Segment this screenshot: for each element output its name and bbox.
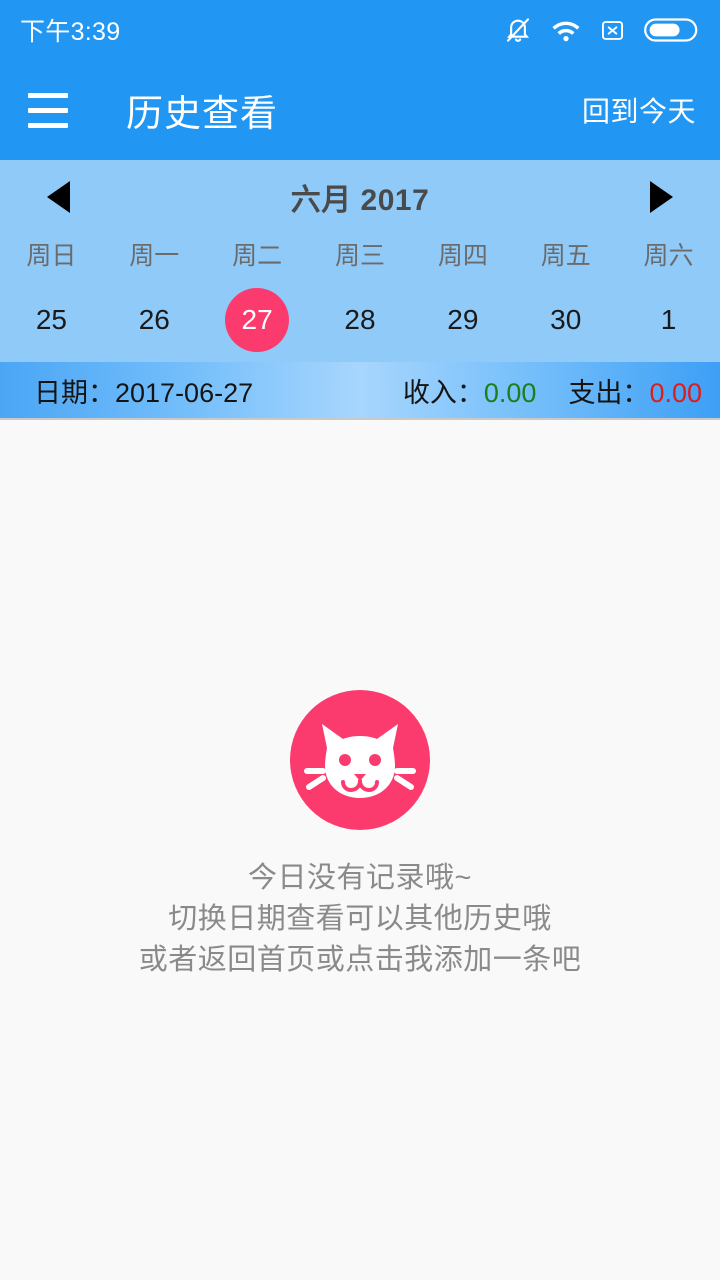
bell-muted-icon	[503, 15, 533, 45]
calendar-day-row: 25 26 27 28 29 30 1	[0, 286, 720, 354]
daily-summary-bar: 日期：2017-06-27 收入：0.00 支出：0.00	[0, 362, 720, 420]
calendar-day-label: 30	[550, 304, 582, 335]
weekday-label: 周三	[334, 242, 385, 270]
calendar-day-label: 27	[225, 288, 290, 352]
app-screen: 下午3:39 历史查看 回到今天 六月 2017 周日 周一 周二 周三 周四 …	[0, 0, 720, 1280]
calendar-month-label: 六月 2017	[290, 184, 430, 217]
hamburger-menu-icon[interactable]	[28, 87, 80, 133]
calendar-day-cell-selected[interactable]: 27	[206, 286, 309, 354]
page-title: 历史查看	[126, 93, 278, 134]
calendar-day-cell[interactable]: 30	[514, 286, 617, 354]
weekday-label: 周一	[129, 242, 180, 270]
calendar-day-cell[interactable]: 29	[411, 286, 514, 354]
calendar-day-cell[interactable]: 25	[0, 286, 103, 354]
menu-bar-middle	[28, 107, 68, 113]
empty-state-message: 今日没有记录哦~ 切换日期查看可以其他历史哦 或者返回首页或点击我添加一条吧	[139, 858, 582, 982]
summary-date-text: 日期：2017-06-27	[34, 377, 254, 408]
weekday-label: 周五	[540, 242, 591, 270]
income-summary: 收入：0.00	[403, 371, 537, 410]
empty-state-line-3: 或者返回首页或点击我添加一条吧	[138, 944, 582, 977]
income-label: 收入：	[402, 377, 484, 408]
back-to-today-button[interactable]: 回到今天	[582, 90, 696, 130]
triangle-right-icon[interactable]	[646, 179, 676, 215]
triangle-left-icon[interactable]	[44, 179, 74, 215]
no-sim-icon	[599, 17, 626, 44]
calendar-day-label: 26	[138, 304, 170, 335]
cat-face-icon[interactable]	[290, 690, 430, 830]
calendar-month-row: 六月 2017	[0, 166, 720, 228]
calendar-day-cell[interactable]: 26	[103, 286, 206, 354]
calendar-day-label: 28	[344, 304, 376, 335]
calendar-day-label: 29	[447, 304, 479, 335]
status-time: 下午3:39	[20, 18, 121, 46]
calendar-day-cell[interactable]: 1	[617, 286, 720, 354]
expense-value: 0.00	[649, 377, 702, 408]
record-list-area: 今日没有记录哦~ 切换日期查看可以其他历史哦 或者返回首页或点击我添加一条吧	[0, 420, 720, 1280]
weekday-label: 周日	[26, 242, 77, 270]
calendar-panel: 六月 2017 周日 周一 周二 周三 周四 周五 周六 25 26 27 28…	[0, 160, 720, 362]
calendar-day-label: 1	[660, 304, 677, 335]
empty-state-line-2: 切换日期查看可以其他历史哦	[168, 903, 552, 936]
empty-state-line-1: 今日没有记录哦~	[248, 862, 472, 894]
weekday-label: 周四	[437, 242, 488, 270]
app-bar: 历史查看 回到今天	[0, 60, 720, 160]
wifi-icon	[551, 17, 581, 43]
calendar-day-label: 25	[35, 304, 67, 335]
expense-label: 支出：	[568, 377, 650, 408]
income-value: 0.00	[483, 377, 537, 408]
menu-bar-bottom	[28, 122, 68, 128]
calendar-day-cell[interactable]: 28	[309, 286, 412, 354]
calendar-weekday-row: 周日 周一 周二 周三 周四 周五 周六	[0, 228, 720, 286]
expense-summary: 支出：0.00	[568, 371, 702, 410]
weekday-label: 周二	[232, 242, 283, 270]
status-bar: 下午3:39	[0, 0, 720, 60]
summary-totals: 收入：0.00 支出：0.00	[403, 371, 702, 410]
status-icon-group	[503, 15, 698, 45]
battery-icon	[644, 16, 698, 44]
weekday-label: 周六	[643, 242, 694, 270]
menu-bar-top	[28, 92, 68, 98]
